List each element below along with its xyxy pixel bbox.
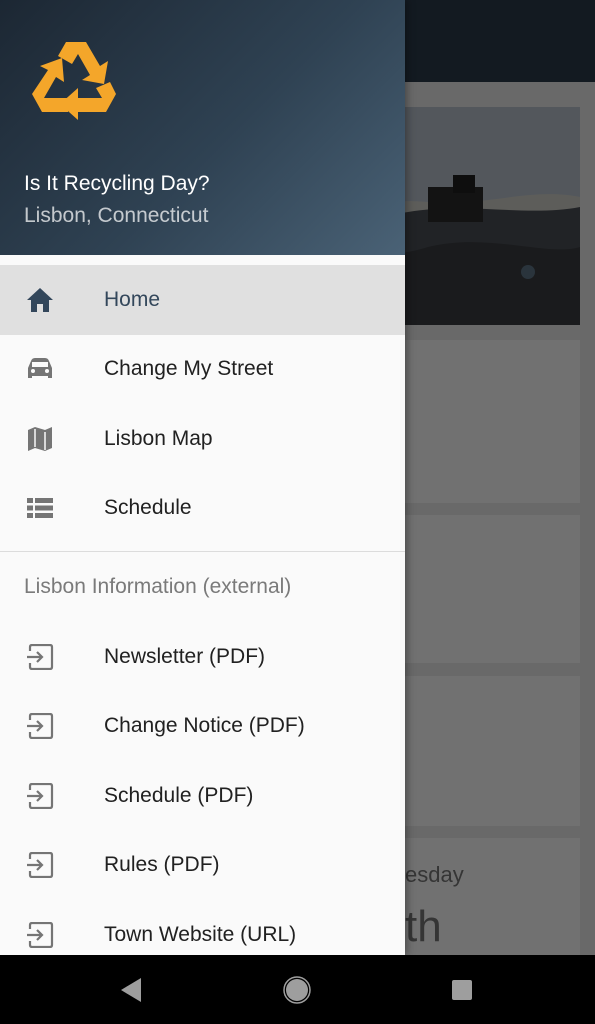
navigation-drawer: Is It Recycling Day? Lisbon, Connecticut… bbox=[0, 0, 405, 955]
open-external-icon bbox=[24, 849, 56, 881]
system-navigation-bar bbox=[0, 955, 595, 1024]
open-external-icon bbox=[24, 919, 56, 951]
section-title-external: Lisbon Information (external) bbox=[24, 575, 292, 598]
menu-item-label: Lisbon Map bbox=[104, 426, 213, 450]
menu-item-schedule[interactable]: Schedule bbox=[0, 474, 405, 544]
menu-item-town-website[interactable]: Town Website (URL) bbox=[0, 900, 405, 955]
menu-item-label: Change Notice (PDF) bbox=[104, 714, 305, 738]
drawer-header: Is It Recycling Day? Lisbon, Connecticut bbox=[0, 0, 405, 255]
list-icon bbox=[24, 492, 56, 524]
menu-item-label: Newsletter (PDF) bbox=[104, 644, 266, 668]
menu-item-schedule-pdf[interactable]: Schedule (PDF) bbox=[0, 761, 405, 831]
menu-item-label: Schedule bbox=[104, 496, 192, 520]
menu-item-change-my-street[interactable]: Change My Street bbox=[0, 335, 405, 405]
recycle-icon bbox=[28, 36, 120, 120]
menu-item-label: Rules (PDF) bbox=[104, 853, 220, 877]
home-icon bbox=[24, 284, 56, 316]
open-external-icon bbox=[24, 780, 56, 812]
menu-item-label: Schedule (PDF) bbox=[104, 783, 254, 807]
map-icon bbox=[24, 423, 56, 455]
car-icon bbox=[24, 353, 56, 385]
menu-item-lisbon-map[interactable]: Lisbon Map bbox=[0, 404, 405, 474]
location-subtitle: Lisbon, Connecticut bbox=[24, 204, 209, 227]
menu-item-home[interactable]: Home bbox=[0, 265, 405, 335]
open-external-icon bbox=[24, 710, 56, 742]
drawer-menu: Home Change My Street Lisbon Map Schedul… bbox=[0, 265, 405, 955]
menu-item-label: Home bbox=[104, 287, 161, 311]
menu-item-rules[interactable]: Rules (PDF) bbox=[0, 831, 405, 901]
recents-square-icon[interactable] bbox=[447, 975, 477, 1005]
menu-item-change-notice[interactable]: Change Notice (PDF) bbox=[0, 692, 405, 762]
menu-item-label: Town Website (URL) bbox=[104, 922, 297, 946]
app-title: Is It Recycling Day? bbox=[24, 172, 210, 195]
menu-item-newsletter[interactable]: Newsletter (PDF) bbox=[0, 622, 405, 692]
home-circle-icon[interactable] bbox=[282, 975, 312, 1005]
menu-item-label: Change My Street bbox=[104, 357, 274, 381]
back-triangle-icon[interactable] bbox=[116, 975, 146, 1005]
open-external-icon bbox=[24, 641, 56, 673]
